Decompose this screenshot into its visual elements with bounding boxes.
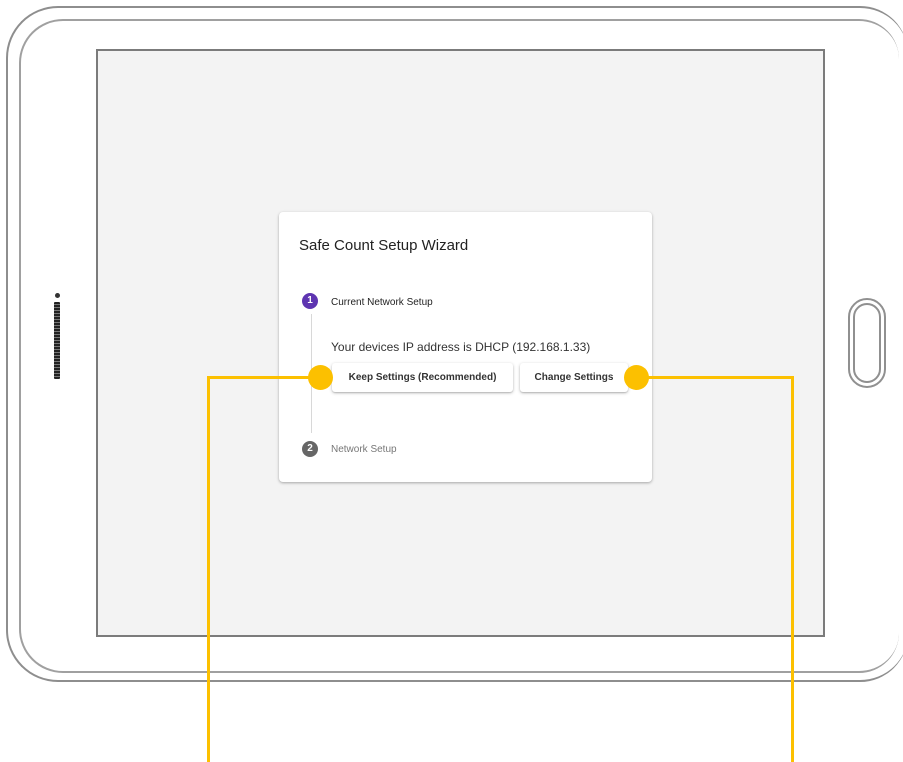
- callout-dot-change-settings: [624, 365, 649, 390]
- callout-line-right-horizontal: [635, 376, 794, 379]
- callout-dot-keep-settings: [308, 365, 333, 390]
- setup-wizard-card: Safe Count Setup Wizard 1 Current Networ…: [279, 212, 652, 482]
- step-1-number-icon: 1: [302, 293, 318, 309]
- home-button[interactable]: [848, 298, 886, 388]
- callout-line-left-horizontal: [207, 376, 317, 379]
- camera-icon: [55, 293, 60, 298]
- step-2-label[interactable]: Network Setup: [331, 444, 397, 455]
- speaker-grille: [54, 302, 60, 379]
- callout-line-right-vertical: [791, 376, 794, 762]
- callout-line-left-vertical: [207, 376, 210, 762]
- step-2-number-icon: 2: [302, 441, 318, 457]
- wizard-title: Safe Count Setup Wizard: [299, 237, 469, 254]
- keep-settings-button[interactable]: Keep Settings (Recommended): [332, 363, 513, 392]
- step-1-label[interactable]: Current Network Setup: [331, 297, 433, 308]
- change-settings-button[interactable]: Change Settings: [520, 363, 628, 392]
- tablet-mockup: Safe Count Setup Wizard 1 Current Networ…: [0, 0, 903, 762]
- ip-address-message: Your devices IP address is DHCP (192.168…: [331, 340, 591, 354]
